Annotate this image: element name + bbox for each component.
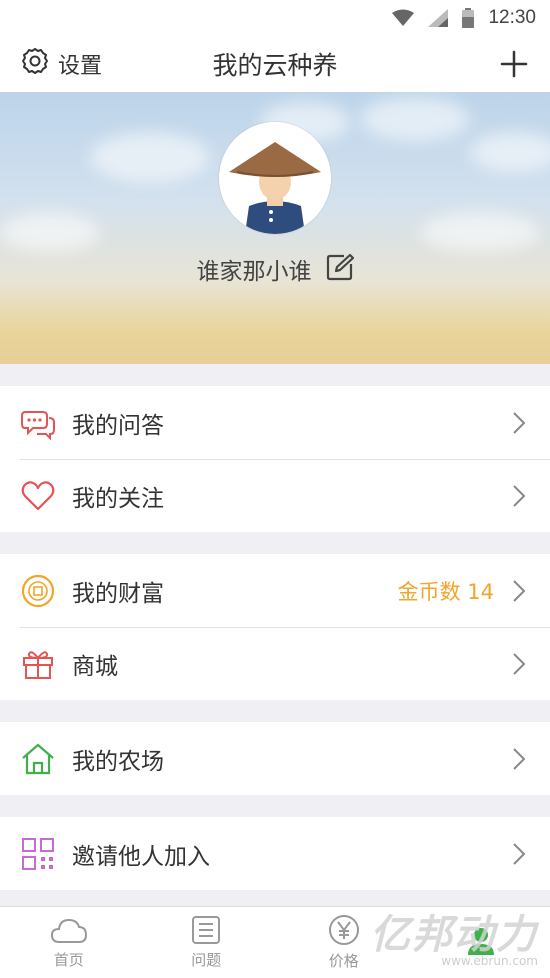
- yen-icon: [328, 915, 359, 945]
- my-qa-item[interactable]: 我的问答: [0, 386, 550, 459]
- my-farm-label: 我的农场: [72, 748, 164, 775]
- farmer-avatar-icon: [219, 122, 331, 234]
- my-follows-label: 我的关注: [72, 485, 164, 512]
- menu-group-activity: 我的问答 我的关注: [0, 386, 550, 532]
- mall-item[interactable]: 商城: [0, 627, 550, 700]
- chevron-right-icon: [513, 579, 526, 602]
- chevron-right-icon: [513, 842, 526, 865]
- tab-me[interactable]: [413, 907, 550, 978]
- coin-count: 金币数 14: [397, 579, 494, 604]
- settings-button[interactable]: 设置: [20, 36, 102, 92]
- home-icon: [20, 741, 56, 777]
- add-button[interactable]: [498, 48, 530, 80]
- avatar[interactable]: [219, 122, 331, 234]
- heart-icon: [20, 478, 56, 514]
- username-row: 谁家那小谁: [0, 252, 550, 286]
- wifi-icon: [392, 9, 415, 27]
- status-bar: 12:30: [0, 0, 550, 36]
- tab-home[interactable]: 首页: [0, 907, 138, 978]
- menu-group-wealth: 我的财富 金币数 14 商城: [0, 554, 550, 700]
- settings-label: 设置: [58, 54, 103, 79]
- person-icon: [468, 927, 495, 955]
- cloud-icon: [50, 918, 87, 943]
- bottom-tab-bar: 首页 问题 价格: [0, 906, 550, 978]
- my-qa-label: 我的问答: [72, 412, 164, 439]
- chevron-right-icon: [513, 747, 526, 770]
- tab-price-label: 价格: [328, 952, 359, 970]
- mall-label: 商城: [72, 653, 118, 680]
- my-wealth-label: 我的财富: [72, 580, 164, 607]
- username: 谁家那小谁: [196, 259, 312, 285]
- tab-questions-label: 问题: [191, 951, 222, 969]
- edit-profile-button[interactable]: [326, 253, 354, 285]
- plus-icon: [500, 50, 528, 78]
- header: 设置 我的云种养: [0, 36, 550, 92]
- menu-group-invite: 邀请他人加入: [0, 817, 550, 890]
- invite-label: 邀请他人加入: [72, 843, 210, 870]
- chat-bubbles-icon: [20, 405, 56, 441]
- gift-icon: [20, 646, 56, 682]
- menu-group-farm: 我的农场: [0, 722, 550, 795]
- signal-icon: [428, 9, 449, 27]
- chevron-right-icon: [513, 484, 526, 507]
- tab-home-label: 首页: [53, 951, 84, 969]
- list-icon: [192, 916, 221, 944]
- my-wealth-item[interactable]: 我的财富 金币数 14: [0, 554, 550, 627]
- status-time: 12:30: [488, 7, 536, 28]
- coin-icon: [20, 573, 56, 609]
- qr-code-icon: [20, 836, 56, 872]
- chevron-right-icon: [513, 411, 526, 434]
- my-follows-item[interactable]: 我的关注: [0, 459, 550, 532]
- invite-item[interactable]: 邀请他人加入: [0, 817, 550, 890]
- tab-price[interactable]: 价格: [275, 907, 413, 978]
- battery-icon: [462, 8, 475, 28]
- profile-banner: 谁家那小谁: [0, 92, 550, 364]
- chevron-right-icon: [513, 652, 526, 675]
- edit-icon: [326, 253, 354, 281]
- my-farm-item[interactable]: 我的农场: [0, 722, 550, 795]
- tab-questions[interactable]: 问题: [138, 907, 276, 978]
- gear-icon: [20, 46, 50, 82]
